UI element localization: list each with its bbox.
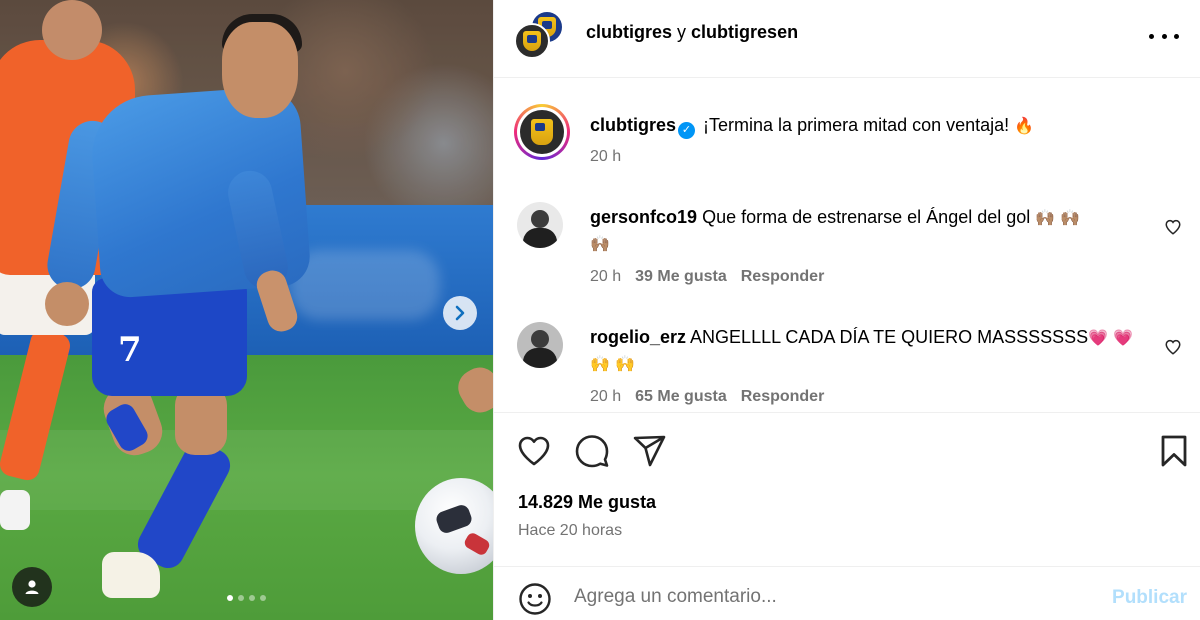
account-link-clubtigresen[interactable]: clubtigresen (691, 22, 798, 42)
comment-text-line-2: 🙌🏽 (590, 230, 610, 257)
player-left-hand (45, 282, 89, 326)
player-head (222, 22, 298, 118)
raised-hands-emoji: 🙌 🙌 (590, 354, 635, 373)
send-icon[interactable] (632, 433, 668, 469)
carousel-dot (249, 595, 255, 601)
ball-panel (462, 531, 492, 557)
crest-logo (531, 119, 553, 145)
comment-input[interactable] (574, 581, 1094, 613)
collab-title: clubtigres y clubtigresen (586, 22, 798, 43)
account-link-clubtigres[interactable]: clubtigres (586, 22, 672, 42)
caption-text: ¡Termina la primera mitad con ventaja! (703, 115, 1010, 135)
heart-emoji: 💗 💗 (1088, 328, 1134, 347)
heart-icon[interactable] (1164, 218, 1182, 236)
action-bar (494, 412, 1200, 478)
opponent-boot (0, 490, 30, 530)
heart-icon[interactable] (516, 433, 552, 469)
likes-count[interactable]: 14.829 Me gusta (518, 492, 656, 513)
avatar-body (523, 348, 557, 368)
more-options-icon (1149, 33, 1154, 39)
comment-text-line-2: 🙌 🙌 (590, 350, 635, 377)
carousel-dot (238, 595, 244, 601)
carousel-next-button[interactable] (443, 296, 477, 330)
more-options-icon (1161, 33, 1167, 39)
more-options-icon (1174, 33, 1179, 39)
board-logo (290, 250, 440, 320)
user-icon (25, 580, 39, 594)
comment-likes[interactable]: 65 Me gusta (635, 388, 727, 405)
comment-meta: 20 h 65 Me gusta Responder (590, 388, 824, 406)
carousel-indicator (0, 595, 493, 601)
player-shorts (92, 278, 247, 396)
collab-avatars[interactable] (514, 10, 568, 60)
opponent-head (42, 0, 102, 60)
carousel-dot (260, 595, 266, 601)
verified-badge-icon: ✓ (678, 122, 696, 139)
comment-text-line: rogelio_erz ANGELLLL CADA DÍA TE QUIERO … (590, 324, 1133, 351)
raised-hands-emoji: 🙌🏽 🙌🏽 (1035, 208, 1081, 227)
collab-connector: y (672, 22, 692, 42)
avatar-head (531, 330, 549, 348)
heart-icon[interactable] (1164, 338, 1182, 356)
smiley-icon[interactable] (518, 582, 552, 616)
raised-hands-emoji: 🙌🏽 (590, 234, 610, 253)
comment-username[interactable]: rogelio_erz (590, 327, 686, 347)
post-comment-button[interactable]: Publicar (1112, 587, 1187, 609)
comment-composer: Publicar (494, 566, 1200, 620)
crest-logo (523, 31, 541, 51)
caption-time[interactable]: 20 h (590, 148, 621, 165)
pitch-stripe (0, 430, 493, 510)
post-header: clubtigres y clubtigresen (494, 0, 1200, 78)
comment-text: Que forma de estrenarse el Ángel del gol (702, 207, 1031, 227)
comment-time[interactable]: 20 h (590, 388, 621, 405)
caption-text-line: clubtigres ✓ ¡Termina la primera mitad co… (590, 112, 1034, 139)
comment-text-line: gersonfco19 Que forma de estrenarse el Á… (590, 204, 1080, 231)
story-ring-avatar[interactable] (514, 104, 570, 160)
reply-button[interactable]: Responder (741, 268, 825, 285)
comment-username[interactable]: gersonfco19 (590, 207, 697, 227)
comment-text: ANGELLLL CADA DÍA TE QUIERO MASSSSSSS (690, 327, 1089, 347)
comment-meta: 20 h 39 Me gusta Responder (590, 268, 824, 286)
comment-time[interactable]: 20 h (590, 268, 621, 285)
commenter-avatar[interactable] (517, 202, 563, 248)
avatar-body (523, 228, 557, 248)
bookmark-icon[interactable] (1156, 433, 1192, 469)
chevron-right-icon (455, 305, 465, 321)
avatar-clubtigres[interactable] (514, 23, 550, 59)
more-options-button[interactable] (1149, 24, 1179, 48)
comment-likes[interactable]: 39 Me gusta (635, 268, 727, 285)
player-number: 7 (118, 330, 142, 370)
player-boot (102, 552, 160, 598)
post-timestamp[interactable]: Hace 20 horas (518, 522, 622, 540)
ball-panel (434, 502, 474, 536)
comment-icon[interactable] (574, 433, 610, 469)
reply-button[interactable]: Responder (741, 388, 825, 405)
tagged-users-button[interactable] (12, 567, 52, 607)
fire-emoji: 🔥 (1014, 116, 1035, 135)
post-media[interactable]: 7 (0, 0, 493, 620)
caption-meta: 20 h (590, 148, 621, 166)
commenter-avatar[interactable] (517, 322, 563, 368)
caption-username[interactable]: clubtigres (590, 115, 676, 135)
avatar-head (531, 210, 549, 228)
post-details-panel: clubtigres y clubtigresen clubtigres ✓ ¡T… (493, 0, 1200, 620)
carousel-dot (227, 595, 233, 601)
